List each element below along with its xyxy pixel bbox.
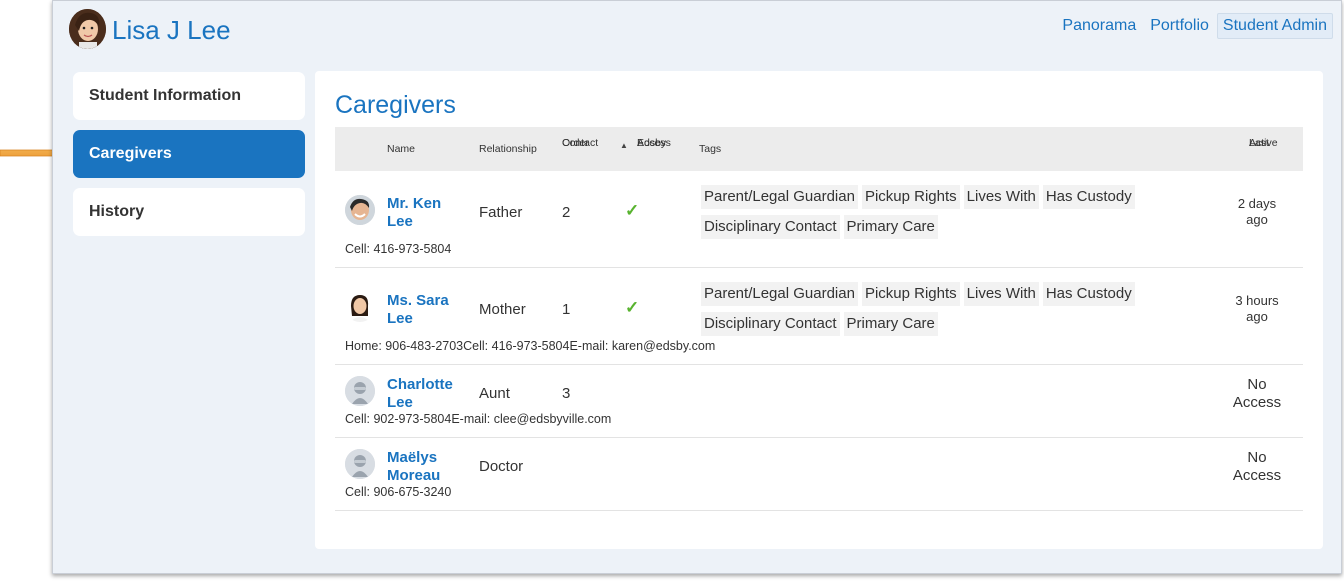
top-nav: Panorama Portfolio Student Admin [1054,13,1333,39]
nav-portfolio[interactable]: Portfolio [1144,13,1215,39]
header-tags[interactable]: Tags [699,143,721,155]
last-active: No Access [1227,376,1287,412]
last-active-line1: 3 hours [1235,293,1279,308]
sidebar-item-caregivers[interactable]: Caregivers [73,130,305,178]
last-active-line2: Access [1232,467,1282,484]
avatar [345,292,375,322]
tag: Primary Care [843,215,938,239]
tag: Has Custody [1042,185,1135,209]
header-edsby-access-line2: Access [637,137,671,149]
tag: Disciplinary Contact [701,312,840,336]
tag: Has Custody [1042,282,1135,306]
person-avatar-icon [345,449,375,479]
tag: Disciplinary Contact [701,215,840,239]
header-relationship[interactable]: Relationship [479,143,537,155]
student-name[interactable]: Lisa J Lee [112,15,231,46]
check-icon: ✓ [625,298,640,317]
caregiver-name-link[interactable]: Mr. Ken Lee [387,195,467,231]
caregiver-name-link[interactable]: Ms. Sara Lee [387,292,467,328]
header: Lisa J Lee Panorama Portfolio Student Ad… [53,1,1341,61]
contact-info: Cell: 416-973-5804 [345,242,452,256]
student-avatar [69,9,106,49]
table-row: Maëlys Moreau Doctor No Access Cell: 906… [335,438,1303,511]
header-contact-order-line2: Order [562,137,589,149]
tag: Parent/Legal Guardian [701,185,858,209]
contact-order: 3 [562,385,571,402]
nav-student-admin[interactable]: Student Admin [1216,13,1333,39]
caregiver-name-link[interactable]: Charlotte Lee [387,376,467,412]
contact-info: Home: 906-483-2703Cell: 416-973-5804E-ma… [345,339,716,353]
table-row: Ms. Sara Lee Mother 1 ✓ Parent/Legal Gua… [335,268,1303,365]
relationship: Mother [479,301,526,318]
last-active-line1: No [1247,449,1267,466]
last-active: 3 hours ago [1227,293,1287,325]
header-last-active-line2: Active [1249,137,1278,149]
last-active-line2: ago [1246,212,1268,227]
caregivers-panel: Caregivers Name Relationship Contact Ord… [315,71,1323,549]
tag-list: Parent/Legal Guardian Pickup Rights Lives … [701,185,1171,245]
page-title: Caregivers [335,91,456,119]
contact-info: Cell: 902-973-5804E-mail: clee@edsbyvill… [345,412,612,426]
sidebar-item-student-information[interactable]: Student Information [73,72,305,120]
last-active: No Access [1227,449,1287,485]
tag-list: Parent/Legal Guardian Pickup Rights Lives … [701,282,1171,342]
tag: Pickup Rights [861,185,960,209]
table-row: Mr. Ken Lee Father 2 ✓ Parent/Legal Guar… [335,171,1303,268]
last-active-line2: ago [1246,309,1268,324]
last-active-line1: No [1247,376,1267,393]
relationship: Father [479,204,523,221]
table-row: Charlotte Lee Aunt 3 No Access Cell: 902… [335,365,1303,438]
caregiver-name-line1: Charlotte [387,376,453,393]
contact-info: Cell: 906-675-3240 [345,485,452,499]
caregiver-name-line2: Lee [387,310,413,327]
relationship: Doctor [479,458,524,475]
last-active-line2: Access [1232,394,1282,411]
caregiver-name-line1: Maëlys [387,449,438,466]
last-active: 2 days ago [1227,196,1287,228]
tag: Pickup Rights [861,282,960,306]
caregiver-name-line2: Lee [387,394,413,411]
nav-panorama[interactable]: Panorama [1056,13,1142,39]
tag: Primary Care [843,312,938,336]
person-avatar-icon [345,376,375,406]
contact-order: 1 [562,301,571,318]
avatar [345,195,375,225]
contact-order: 2 [562,204,571,221]
table-header: Name Relationship Contact Order ▲ Edsby … [335,127,1303,171]
last-active-line1: 2 days [1237,196,1277,211]
header-name[interactable]: Name [387,143,415,155]
sort-asc-icon[interactable]: ▲ [620,141,628,150]
sidebar-item-history[interactable]: History [73,188,305,236]
tag: Parent/Legal Guardian [701,282,858,306]
caregiver-name-line1: Mr. Ken [387,195,442,212]
tag: Lives With [963,282,1039,306]
check-icon: ✓ [625,201,640,220]
caregiver-name-line2: Moreau [387,467,441,484]
caregiver-name-line2: Lee [387,213,413,230]
caregiver-name-line1: Ms. Sara [387,292,449,309]
relationship: Aunt [479,385,510,402]
tag: Lives With [963,185,1039,209]
caregiver-name-link[interactable]: Maëlys Moreau [387,449,467,485]
app-window: Lisa J Lee Panorama Portfolio Student Ad… [52,0,1342,574]
